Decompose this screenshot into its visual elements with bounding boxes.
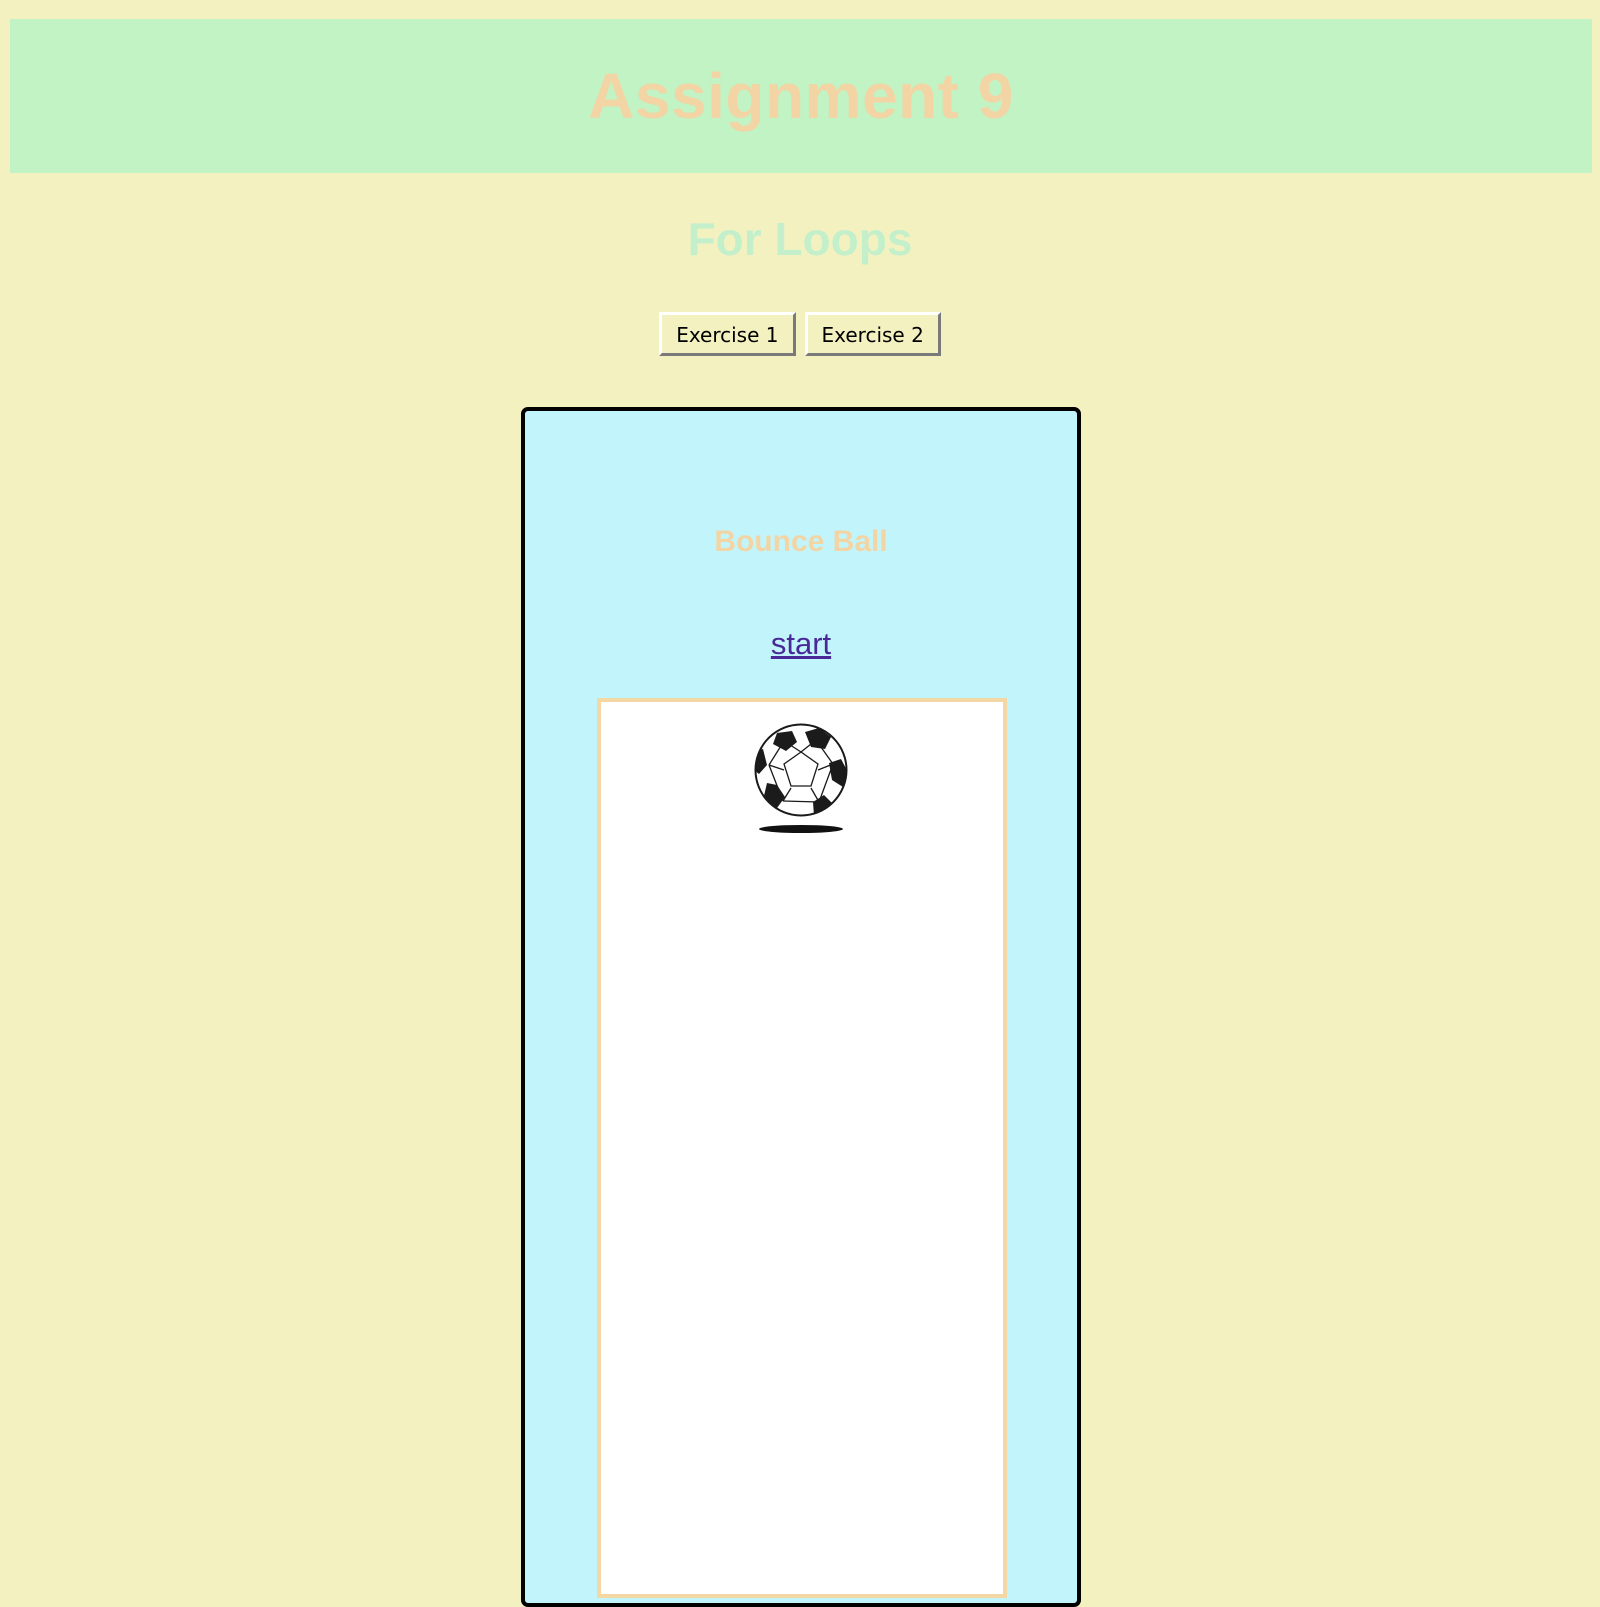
exercise-title: Bounce Ball	[714, 525, 888, 558]
exercise-1-button[interactable]: Exercise 1	[659, 312, 796, 356]
exercise-nav: Exercise 1 Exercise 2	[0, 312, 1600, 356]
soccer-ball-icon	[754, 723, 848, 833]
exercise-panel: Bounce Ball start	[521, 407, 1081, 1607]
start-link-container: start	[525, 626, 1077, 662]
bounce-stage	[597, 698, 1007, 1598]
start-link[interactable]: start	[771, 626, 831, 661]
exercise-2-button[interactable]: Exercise 2	[804, 312, 941, 356]
page-header: Assignment 9	[10, 19, 1592, 173]
page-title: Assignment 9	[588, 60, 1014, 132]
page-subtitle: For Loops	[687, 213, 913, 265]
